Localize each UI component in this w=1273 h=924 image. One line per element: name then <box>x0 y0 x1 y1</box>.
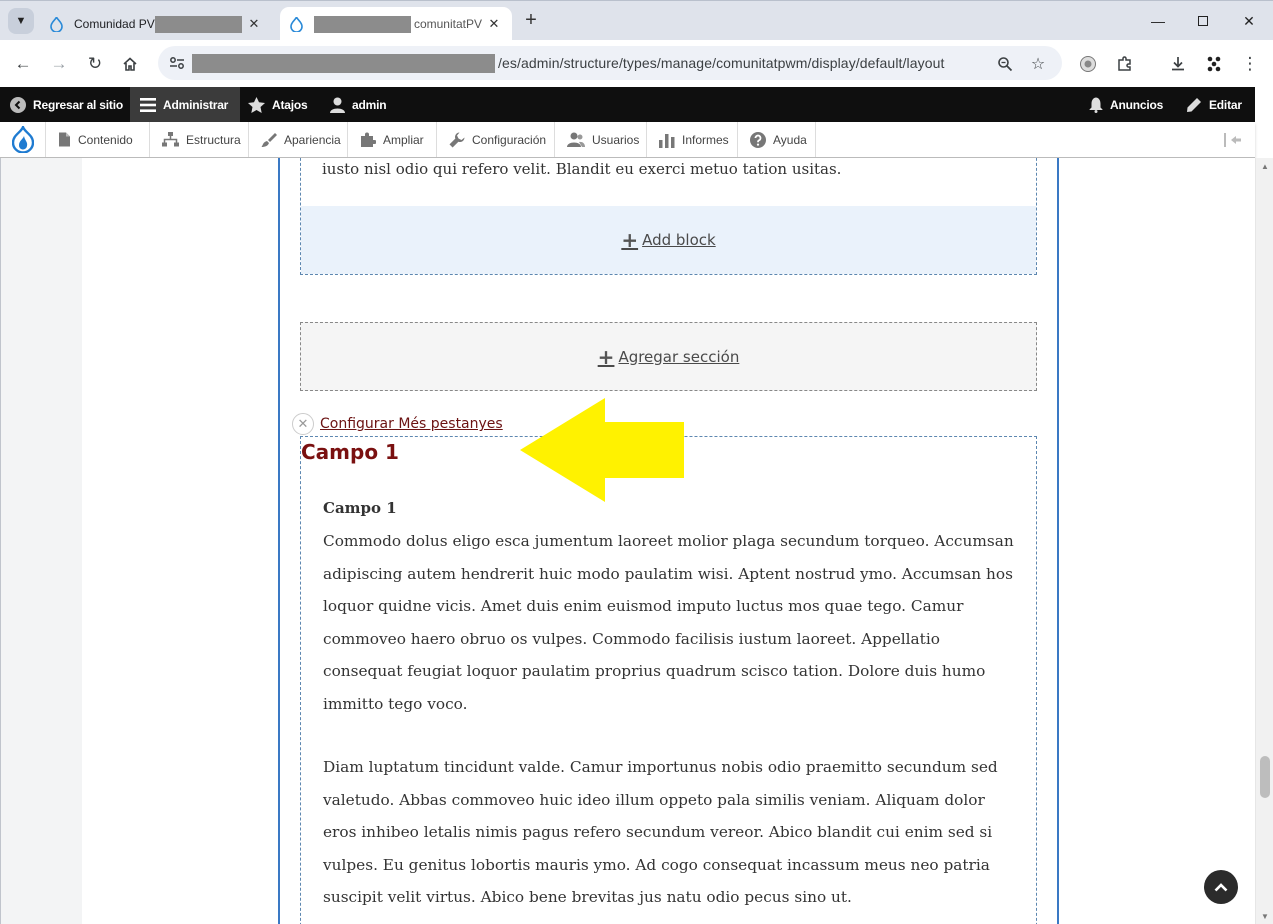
close-icon: ✕ <box>297 416 309 431</box>
user-icon <box>330 97 345 113</box>
scroll-thumb[interactable] <box>1260 756 1270 798</box>
field-paragraph: Commodo dolus eligo esca jumentum laoree… <box>323 532 1014 713</box>
reload-button[interactable]: ↻ <box>82 51 108 77</box>
redacted-domain <box>192 54 495 73</box>
site-settings-icon[interactable] <box>168 55 186 71</box>
maximize-button[interactable] <box>1188 9 1218 33</box>
pencil-icon <box>1186 97 1202 113</box>
browser-menu-icon[interactable]: ⋮ <box>1238 52 1262 76</box>
drupal-favicon-icon <box>290 16 304 32</box>
page-scrollbar[interactable]: ▲ ▼ <box>1255 158 1273 924</box>
bookmark-star-icon[interactable]: ☆ <box>1029 55 1047 73</box>
download-icon[interactable] <box>1166 52 1190 76</box>
configure-section-link[interactable]: Configurar Més pestanyes <box>320 416 503 432</box>
maximize-icon <box>1198 16 1208 26</box>
back-to-site-link[interactable]: Regresar al sitio <box>10 87 123 122</box>
arrow-right-icon: → <box>50 54 68 73</box>
file-icon <box>59 132 70 147</box>
minimize-icon: — <box>1151 13 1165 29</box>
plus-icon: + <box>597 344 615 369</box>
tray-item-configuracion[interactable]: Configuración <box>437 122 555 157</box>
close-icon[interactable]: ✕ <box>246 16 262 32</box>
plus-icon: + <box>621 228 639 252</box>
tray-item-informes[interactable]: Informes <box>647 122 738 157</box>
layout-section: Campo 1 Campo 1 Commodo dolus eligo esca… <box>300 436 1037 924</box>
help-icon <box>750 131 766 148</box>
drupal-admin-toolbar: Regresar al sitio Administrar Atajos adm… <box>0 87 1255 122</box>
tray-orientation-toggle[interactable] <box>1223 132 1243 148</box>
tray-item-apariencia[interactable]: Apariencia <box>249 122 348 157</box>
annotation-arrow-icon <box>520 398 684 502</box>
chevron-left-circle-icon <box>10 96 26 113</box>
browser-tab-active[interactable]: comunitatPV ✕ <box>280 7 512 41</box>
field-paragraph: Diam luptatum tincidunt valde. Camur imp… <box>323 758 998 906</box>
section-controls: ✕ Configurar Més pestanyes <box>292 413 503 435</box>
url-text: /es/admin/structure/types/manage/comunit… <box>498 55 945 71</box>
profile-avatar-icon[interactable] <box>1202 52 1226 76</box>
tray-item-estructura[interactable]: Estructura <box>150 122 249 157</box>
browser-tab-inactive[interactable]: Comunidad PV ✕ <box>40 7 272 41</box>
close-icon[interactable]: ✕ <box>486 16 502 32</box>
layout-builder-canvas: iusto nisl odio qui refero velit. Blandi… <box>82 158 1255 924</box>
section-title: Campo 1 <box>301 440 399 464</box>
add-block-area: + Add block <box>301 206 1036 274</box>
add-section-area: + Agregar sección <box>300 322 1037 391</box>
close-icon: ✕ <box>1243 12 1255 29</box>
reload-icon: ↻ <box>87 54 103 73</box>
manage-tab[interactable]: Administrar <box>130 87 240 122</box>
home-button[interactable] <box>117 51 143 77</box>
close-window-button[interactable]: ✕ <box>1234 9 1264 33</box>
extensions-puzzle-icon[interactable] <box>1113 52 1137 76</box>
scroll-up-arrow-icon[interactable]: ▲ <box>1261 162 1269 171</box>
user-tab[interactable]: admin <box>330 87 387 122</box>
announcements-tab[interactable]: Anuncios <box>1089 87 1163 122</box>
tab-search-button[interactable]: ▼ <box>8 8 34 34</box>
zoom-icon[interactable] <box>996 55 1014 73</box>
back-button[interactable]: ← <box>10 51 36 77</box>
admin-menu-tray: Contenido Estructura Apariencia Ampliar … <box>0 122 1255 158</box>
scroll-down-arrow-icon[interactable]: ▼ <box>1261 912 1269 921</box>
drupal-favicon-icon <box>50 16 64 32</box>
layout-region: + Add block <box>300 158 1037 275</box>
browser-tab-strip: ▼ Comunidad PV ✕ comunitatPV ✕ + — ✕ <box>0 0 1273 41</box>
collapse-left-icon <box>1224 133 1241 147</box>
sitemap-icon <box>162 132 179 147</box>
browser-toolbar: ← → ↻ /es/admin/structure/types/manage/c… <box>0 40 1273 87</box>
tab-title: comunitatPV <box>314 15 482 33</box>
address-bar[interactable]: /es/admin/structure/types/manage/comunit… <box>158 46 1062 80</box>
arrow-left-icon: ← <box>14 54 32 73</box>
tab-title: Comunidad PV <box>74 15 242 33</box>
bar-chart-icon <box>659 133 675 148</box>
extension-badge-icon[interactable] <box>1076 52 1100 76</box>
paintbrush-icon <box>261 132 277 147</box>
field-label: Campo 1 <box>323 499 397 517</box>
puzzle-icon <box>361 132 376 147</box>
shortcuts-tab[interactable]: Atajos <box>248 87 308 122</box>
tray-item-ampliar[interactable]: Ampliar <box>348 122 437 157</box>
tray-item-ayuda[interactable]: Ayuda <box>738 122 816 157</box>
forward-button[interactable]: → <box>46 51 72 77</box>
page-gutter <box>0 158 82 924</box>
hamburger-icon <box>140 97 156 112</box>
minimize-button[interactable]: — <box>1143 9 1173 33</box>
home-icon <box>123 57 137 71</box>
people-icon <box>567 132 585 147</box>
edit-tab[interactable]: Editar <box>1186 87 1242 122</box>
drupal-logo-icon[interactable] <box>0 122 46 157</box>
add-section-link[interactable]: + Agregar sección <box>598 347 740 367</box>
chevron-down-icon: ▼ <box>15 15 27 27</box>
tray-item-usuarios[interactable]: Usuarios <box>555 122 647 157</box>
chevron-up-icon <box>1214 883 1228 892</box>
wrench-icon <box>449 132 465 147</box>
new-tab-button[interactable]: + <box>520 9 542 31</box>
star-icon <box>248 96 265 113</box>
remove-section-button[interactable]: ✕ <box>292 413 314 435</box>
add-block-link[interactable]: + Add block <box>621 230 715 250</box>
tray-item-contenido[interactable]: Contenido <box>46 122 150 157</box>
bell-icon <box>1089 97 1103 113</box>
scroll-to-top-button[interactable] <box>1204 870 1238 904</box>
